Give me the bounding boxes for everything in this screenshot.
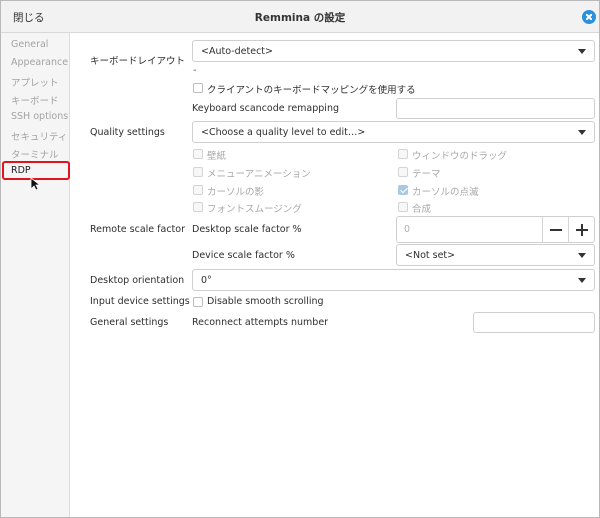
wallpaper-label: 壁紙 — [207, 151, 227, 162]
sidebar-item-ssh-options[interactable]: SSH options — [11, 111, 68, 122]
desktop-scale-spinbox: 0 — [396, 216, 595, 243]
font-smoothing-checkbox[interactable] — [193, 202, 203, 212]
wallpaper-checkbox[interactable] — [193, 149, 203, 159]
chevron-down-icon — [578, 49, 586, 54]
keyboard-layout-label: キーボードレイアウト — [90, 56, 186, 67]
desktop-orientation-select[interactable]: 0° — [192, 269, 595, 291]
client-keyboard-mapping-label: クライアントのキーボードマッピングを使用する — [207, 85, 416, 96]
preferences-window: 閉じる Remmina の設定 General Appearance アプレット… — [0, 0, 600, 518]
theme-label: テーマ — [412, 169, 441, 180]
theme-checkbox[interactable] — [398, 167, 408, 177]
disable-smooth-scrolling-label: Disable smooth scrolling — [207, 296, 324, 307]
desktop-orientation-label: Desktop orientation — [90, 275, 185, 286]
remote-scale-label: Remote scale factor — [90, 224, 186, 235]
quality-settings-select[interactable]: <Choose a quality level to edit…> — [192, 121, 595, 143]
sidebar-item-keyboard[interactable]: キーボード — [11, 93, 59, 107]
general-settings-label: General settings — [90, 317, 169, 328]
quality-settings-label: Quality settings — [90, 127, 165, 138]
menu-animation-checkbox[interactable] — [193, 167, 203, 177]
increment-button[interactable] — [568, 217, 594, 243]
titlebar: 閉じる Remmina の設定 — [1, 1, 599, 33]
font-smoothing-label: フォントスムージング — [207, 204, 302, 215]
desktop-scale-label: Desktop scale factor % — [192, 224, 302, 235]
cursor-shadow-label: カーソルの影 — [207, 187, 265, 198]
desktop-scale-value: 0 — [404, 224, 411, 235]
desktop-orientation-value: 0° — [201, 275, 212, 286]
cursor-blink-label: カーソルの点滅 — [412, 187, 479, 198]
reconnect-attempts-label: Reconnect attempts number — [192, 317, 329, 328]
keyboard-layout-select[interactable]: <Auto-detect> — [192, 40, 595, 62]
quality-settings-value: <Choose a quality level to edit…> — [201, 127, 366, 138]
composition-label: 合成 — [412, 204, 432, 215]
sidebar-item-applet[interactable]: アプレット — [11, 75, 59, 89]
chevron-down-icon — [578, 253, 586, 258]
device-scale-select[interactable]: <Not set> — [396, 244, 595, 266]
window-title: Remmina の設定 — [254, 12, 346, 24]
cursor-shadow-checkbox[interactable] — [193, 185, 203, 195]
scancode-remapping-label: Keyboard scancode remapping — [192, 103, 339, 114]
menu-animation-label: メニューアニメーション — [207, 169, 311, 180]
sidebar: General Appearance アプレット キーボード SSH optio… — [1, 33, 70, 517]
device-scale-label: Device scale factor % — [192, 250, 295, 261]
window-drag-label: ウィンドウのドラッグ — [412, 151, 508, 162]
decrement-button[interactable] — [542, 217, 568, 243]
mouse-pointer-icon — [30, 177, 42, 191]
chevron-down-icon — [578, 278, 586, 283]
close-icon[interactable] — [582, 10, 596, 24]
reconnect-attempts-input[interactable] — [473, 312, 595, 333]
cursor-blink-checkbox[interactable] — [398, 185, 408, 195]
keyboard-layout-dash: - — [193, 65, 197, 76]
composition-checkbox[interactable] — [398, 202, 408, 212]
keyboard-layout-value: <Auto-detect> — [201, 46, 273, 57]
disable-smooth-scrolling-checkbox[interactable] — [193, 297, 203, 307]
sidebar-item-general[interactable]: General — [11, 39, 48, 50]
sidebar-item-security[interactable]: セキュリティ — [11, 129, 67, 143]
chevron-down-icon — [578, 130, 586, 135]
sidebar-item-terminal[interactable]: ターミナル — [11, 147, 59, 161]
window-drag-checkbox[interactable] — [398, 149, 408, 159]
device-scale-value: <Not set> — [405, 250, 456, 261]
client-keyboard-mapping-checkbox[interactable] — [193, 83, 203, 93]
sidebar-item-appearance[interactable]: Appearance — [11, 57, 68, 68]
input-device-label: Input device settings — [90, 296, 190, 307]
scancode-remapping-input[interactable] — [396, 98, 595, 119]
